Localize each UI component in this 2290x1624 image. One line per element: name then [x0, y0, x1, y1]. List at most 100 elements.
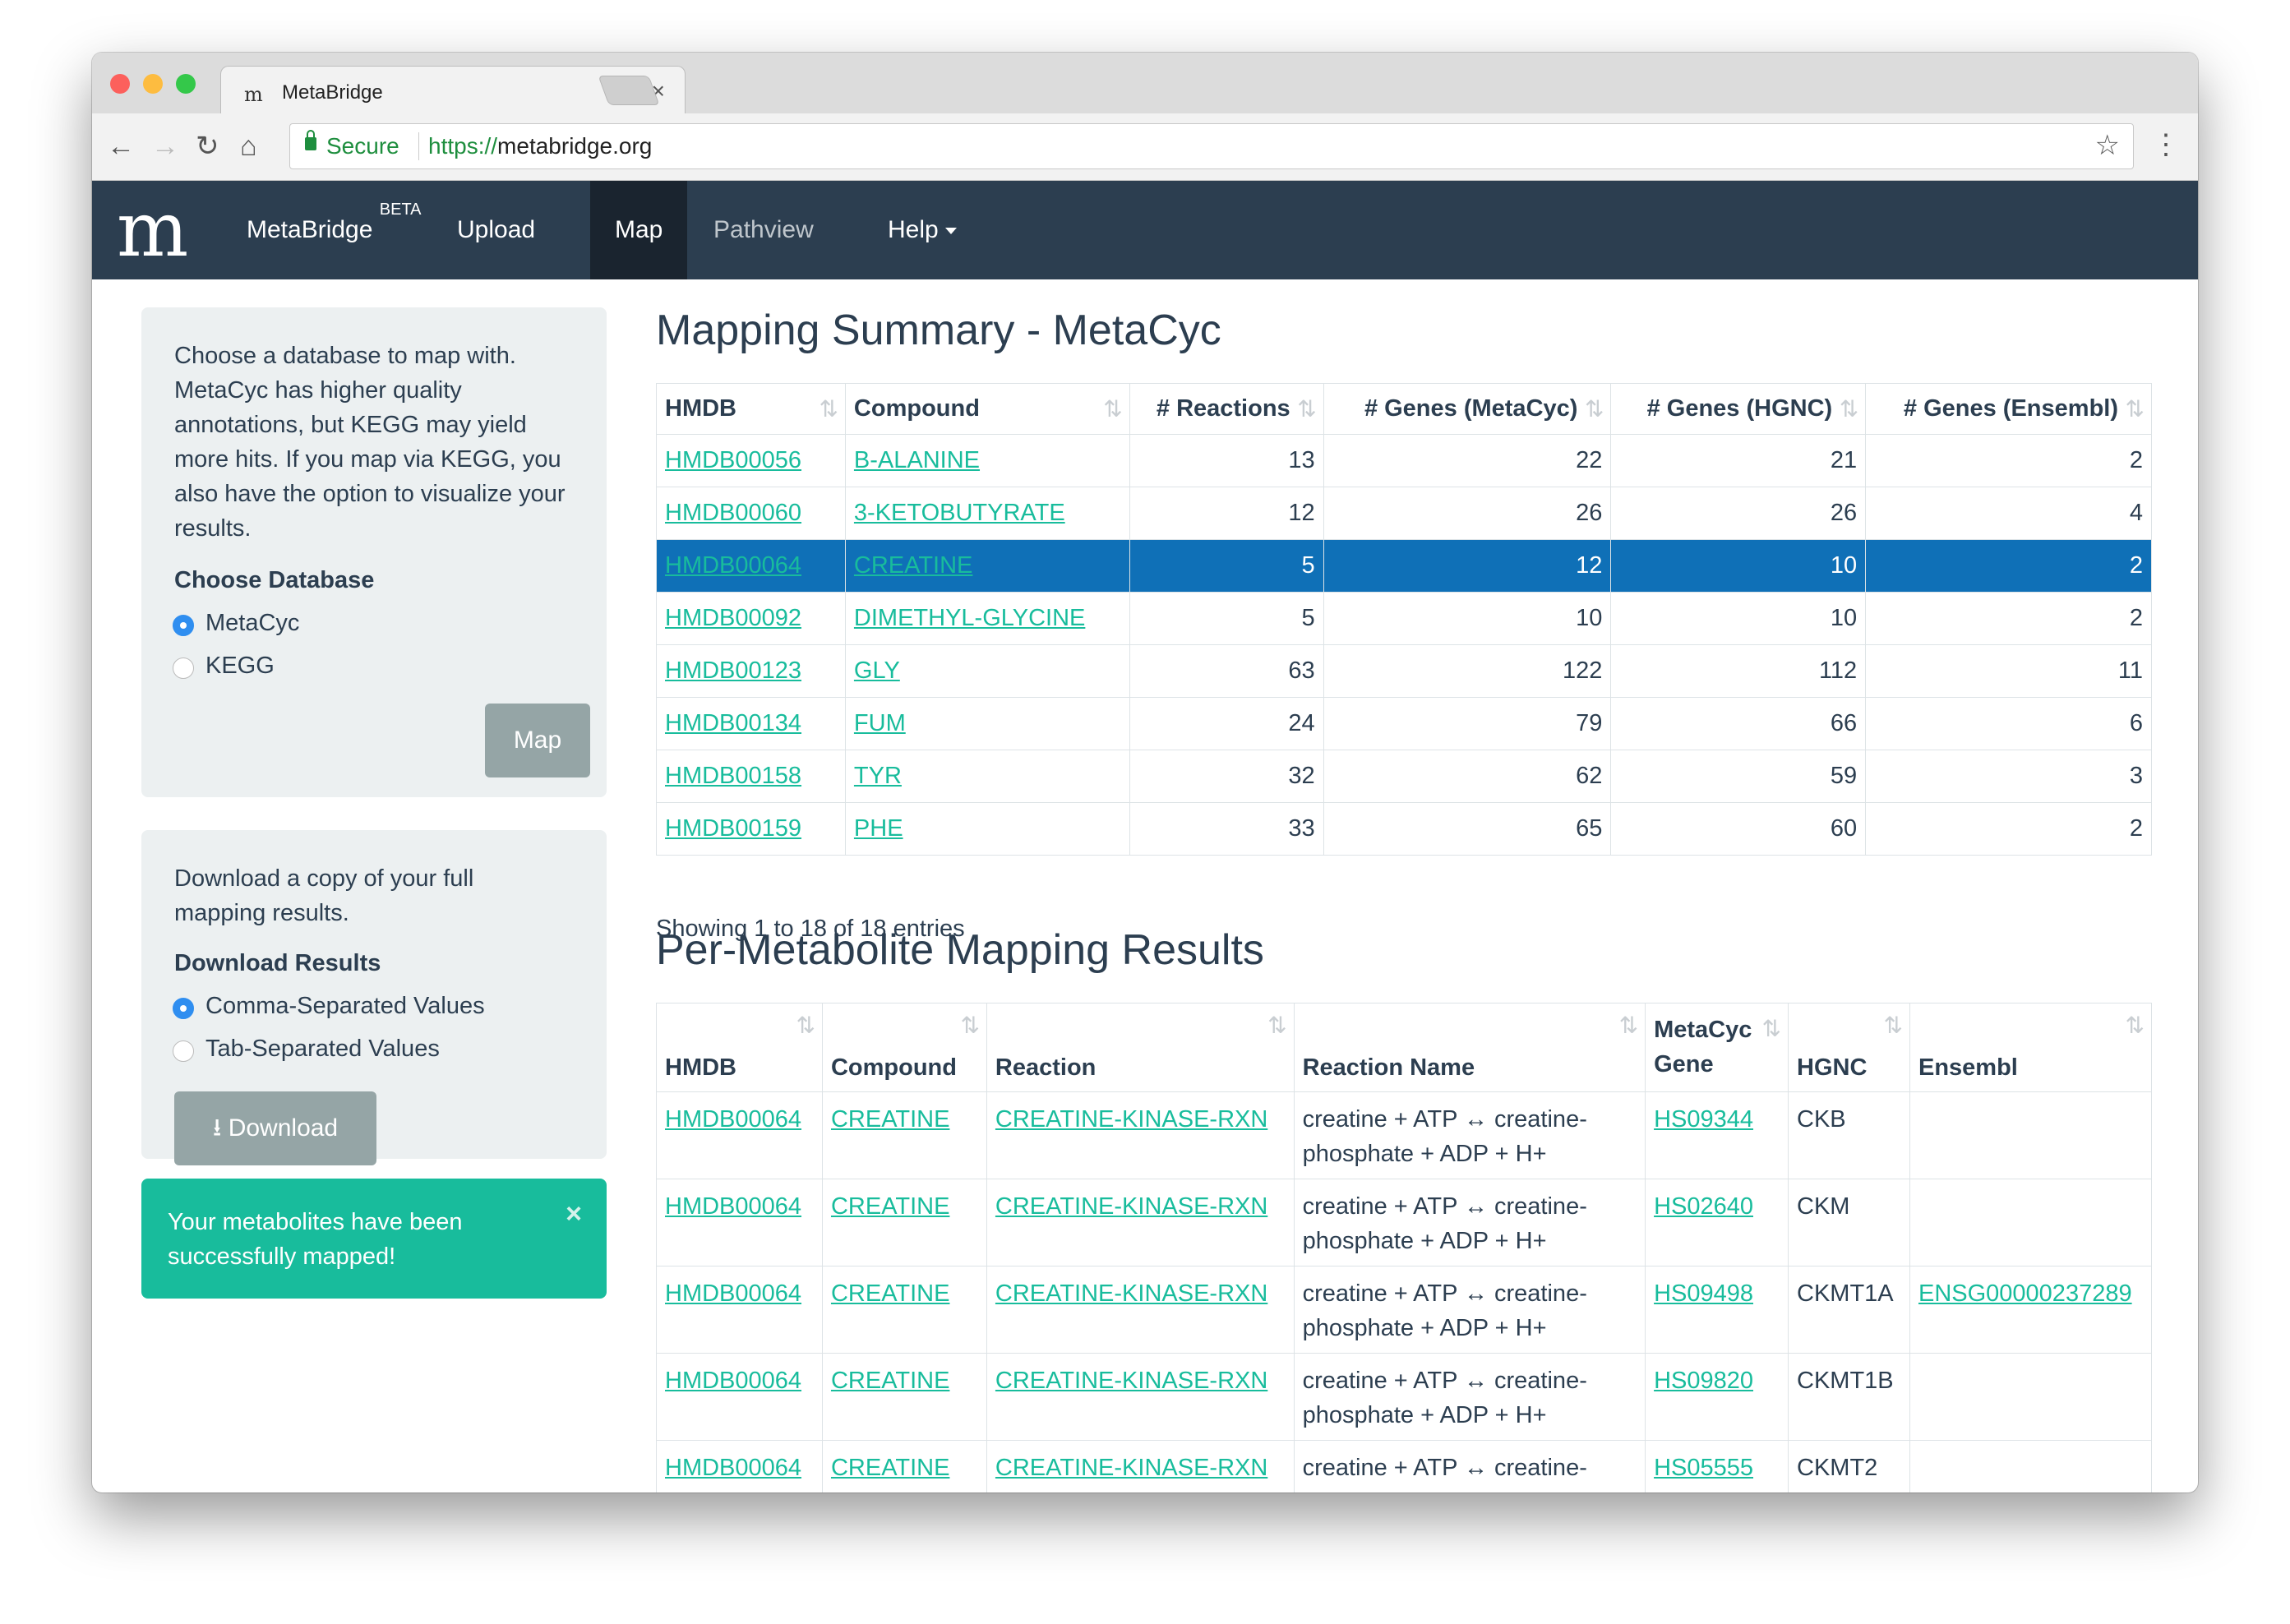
- reaction-cell-link[interactable]: CREATINE-KINASE-RXN: [995, 1193, 1267, 1220]
- hmdb-cell-link[interactable]: HMDB00064: [665, 552, 801, 579]
- hmdb-cell-link[interactable]: HMDB00056: [665, 447, 801, 473]
- reaction-cell-link[interactable]: CREATINE-KINASE-RXN: [995, 1368, 1267, 1394]
- col-header-reaction[interactable]: ⇅ Reaction: [986, 1003, 1295, 1092]
- hmdb-cell-link[interactable]: HMDB00159: [665, 815, 801, 842]
- minimize-window-button[interactable]: [143, 74, 163, 94]
- download-button[interactable]: ⭳ Download: [174, 1091, 376, 1165]
- col-header-label: MetaCyc Gene: [1654, 1017, 1752, 1077]
- summary-row[interactable]: HMDB00056 B-ALANINE 13 22 21 2: [656, 434, 2152, 487]
- reaction-cell: CREATINE-KINASE-RXN: [986, 1179, 1295, 1266]
- summary-row[interactable]: HMDB00092 DIMETHYL-GLYCINE 5 10 10 2: [656, 592, 2152, 645]
- metacyc-gene-cell-link[interactable]: HS02640: [1654, 1193, 1753, 1220]
- hmdb-cell-link[interactable]: HMDB00060: [665, 500, 801, 526]
- hmdb-cell-link[interactable]: HMDB00092: [665, 605, 801, 631]
- reactions-cell: 5: [1129, 539, 1324, 593]
- nav-help[interactable]: Help: [863, 181, 981, 279]
- metacyc-gene-cell-link[interactable]: HS09344: [1654, 1106, 1753, 1133]
- col-header-reactions[interactable]: # Reactions ⇅: [1129, 383, 1324, 435]
- hmdb-cell-link[interactable]: HMDB00134: [665, 710, 801, 736]
- hgnc-cell: CKMT2: [1788, 1440, 1910, 1493]
- col-header-genes-hgnc[interactable]: # Genes (HGNC) ⇅: [1610, 383, 1867, 435]
- genes-ensembl-cell: 3: [1865, 750, 2152, 803]
- ensembl-cell-link[interactable]: ENSG00000237289: [1918, 1280, 2132, 1307]
- compound-cell-link[interactable]: CREATINE: [831, 1368, 949, 1394]
- bookmark-star-icon[interactable]: ☆: [2095, 129, 2120, 162]
- alert-close-icon[interactable]: ×: [566, 1198, 582, 1230]
- hmdb-cell-link[interactable]: HMDB00064: [665, 1455, 801, 1481]
- compound-cell-link[interactable]: CREATINE: [831, 1193, 949, 1220]
- home-icon[interactable]: ⌂: [240, 130, 257, 163]
- compound-cell-link[interactable]: PHE: [854, 815, 903, 842]
- metacyc-gene-cell-link[interactable]: HS05555: [1654, 1455, 1753, 1481]
- genes-metacyc-cell-text: 65: [1576, 815, 1603, 842]
- compound-cell-link[interactable]: FUM: [854, 710, 906, 736]
- ensembl-cell: [1909, 1179, 2152, 1266]
- genes-hgnc-cell-text: 21: [1830, 447, 1858, 473]
- compound-cell-link[interactable]: GLY: [854, 657, 900, 684]
- summary-row[interactable]: HMDB00123 GLY 63 122 112 11: [656, 644, 2152, 698]
- new-tab-button[interactable]: [598, 76, 660, 105]
- hmdb-cell: HMDB00056: [656, 434, 846, 487]
- reaction-cell-link[interactable]: CREATINE-KINASE-RXN: [995, 1455, 1267, 1481]
- col-header-reaction-name[interactable]: ⇅ Reaction Name: [1293, 1003, 1646, 1092]
- compound-cell-link[interactable]: 3-KETOBUTYRATE: [854, 500, 1065, 526]
- summary-row[interactable]: HMDB00134 FUM 24 79 66 6: [656, 697, 2152, 750]
- reaction-name-cell-text: creatine + ATP ↔ creatine-phosphate + AD…: [1302, 1455, 1587, 1493]
- hmdb-cell: HMDB00064: [656, 1440, 823, 1493]
- hgnc-cell-text: CKM: [1797, 1193, 1850, 1220]
- metacyc-gene-cell-link[interactable]: HS09498: [1654, 1280, 1753, 1307]
- close-window-button[interactable]: [110, 74, 130, 94]
- address-bar[interactable]: Secure https://metabridge.org ☆: [289, 123, 2134, 169]
- nav-pathview[interactable]: Pathview: [689, 181, 838, 279]
- reload-icon[interactable]: ↻: [196, 130, 219, 163]
- forward-arrow-icon[interactable]: →: [151, 130, 179, 163]
- summary-row[interactable]: HMDB00159 PHE 33 65 60 2: [656, 802, 2152, 856]
- col-header-metacyc-gene[interactable]: ⇅ MetaCyc Gene: [1645, 1003, 1789, 1092]
- hmdb-cell-link[interactable]: HMDB00158: [665, 763, 801, 789]
- col-header-genes-ensembl[interactable]: # Genes (Ensembl) ⇅: [1865, 383, 2152, 435]
- col-header-compound[interactable]: Compound ⇅: [844, 383, 1130, 435]
- genes-metacyc-cell-text: 26: [1576, 500, 1603, 526]
- compound-cell-link[interactable]: B-ALANINE: [854, 447, 980, 473]
- col-header-hgnc[interactable]: ⇅ HGNC: [1788, 1003, 1910, 1092]
- hmdb-cell-link[interactable]: HMDB00064: [665, 1280, 801, 1307]
- reaction-cell-link[interactable]: CREATINE-KINASE-RXN: [995, 1280, 1267, 1307]
- compound-cell-link[interactable]: CREATINE: [854, 552, 972, 579]
- col-header-ensembl[interactable]: ⇅ Ensembl: [1909, 1003, 2152, 1092]
- hmdb-cell-link[interactable]: HMDB00064: [665, 1193, 801, 1220]
- summary-title: Mapping Summary - MetaCyc: [656, 307, 1221, 354]
- url-text[interactable]: https://metabridge.org: [428, 133, 652, 159]
- col-header-label: Compound: [830, 1054, 957, 1081]
- browser-menu-icon[interactable]: ⋮: [2152, 128, 2180, 161]
- col-header-hmdb[interactable]: HMDB ⇅: [656, 383, 846, 435]
- hmdb-cell: HMDB00064: [656, 1179, 823, 1266]
- nav-brand[interactable]: MetaBridge BETA: [222, 181, 446, 279]
- nav-map[interactable]: Map: [590, 181, 688, 279]
- genes-hgnc-cell-text: 10: [1830, 605, 1858, 631]
- reaction-cell-link[interactable]: CREATINE-KINASE-RXN: [995, 1106, 1267, 1133]
- map-button[interactable]: Map: [485, 704, 590, 777]
- summary-row[interactable]: HMDB00064 CREATINE 5 12 10 2: [656, 539, 2152, 593]
- col-header-genes-metacyc[interactable]: # Genes (MetaCyc) ⇅: [1323, 383, 1612, 435]
- col-header-hmdb[interactable]: ⇅ HMDB: [656, 1003, 823, 1092]
- summary-table-scroll[interactable]: HMDB ⇅ Compound ⇅ # Reactions ⇅ # Genes (Me…: [656, 383, 2152, 901]
- summary-row[interactable]: HMDB00158 TYR 32 62 59 3: [656, 750, 2152, 803]
- compound-cell-link[interactable]: CREATINE: [831, 1455, 949, 1481]
- summary-row[interactable]: HMDB00060 3-KETOBUTYRATE 12 26 26 4: [656, 487, 2152, 540]
- per-metabolite-table-scroll[interactable]: ⇅ HMDB ⇅ Compound ⇅ Reaction ⇅ Reaction Name…: [656, 1003, 2152, 1493]
- compound-cell-link[interactable]: CREATINE: [831, 1280, 949, 1307]
- maximize-window-button[interactable]: [176, 74, 196, 94]
- back-arrow-icon[interactable]: ←: [107, 130, 135, 163]
- compound-cell-link[interactable]: TYR: [854, 763, 902, 789]
- hmdb-cell-link[interactable]: HMDB00064: [665, 1106, 801, 1133]
- compound-cell-link[interactable]: CREATINE: [831, 1106, 949, 1133]
- metacyc-gene-cell-link[interactable]: HS09820: [1654, 1368, 1753, 1394]
- nav-upload[interactable]: Upload: [432, 181, 560, 279]
- metabridge-logo[interactable]: m: [117, 192, 188, 268]
- compound-cell-link[interactable]: DIMETHYL-GLYCINE: [854, 605, 1085, 631]
- col-header-compound[interactable]: ⇅ Compound: [821, 1003, 987, 1092]
- per-metabolite-title: Per-Metabolite Mapping Results: [656, 926, 1264, 974]
- hmdb-cell-link[interactable]: HMDB00064: [665, 1368, 801, 1394]
- hmdb-cell-link[interactable]: HMDB00123: [665, 657, 801, 684]
- download-button-label: Download: [228, 1114, 339, 1142]
